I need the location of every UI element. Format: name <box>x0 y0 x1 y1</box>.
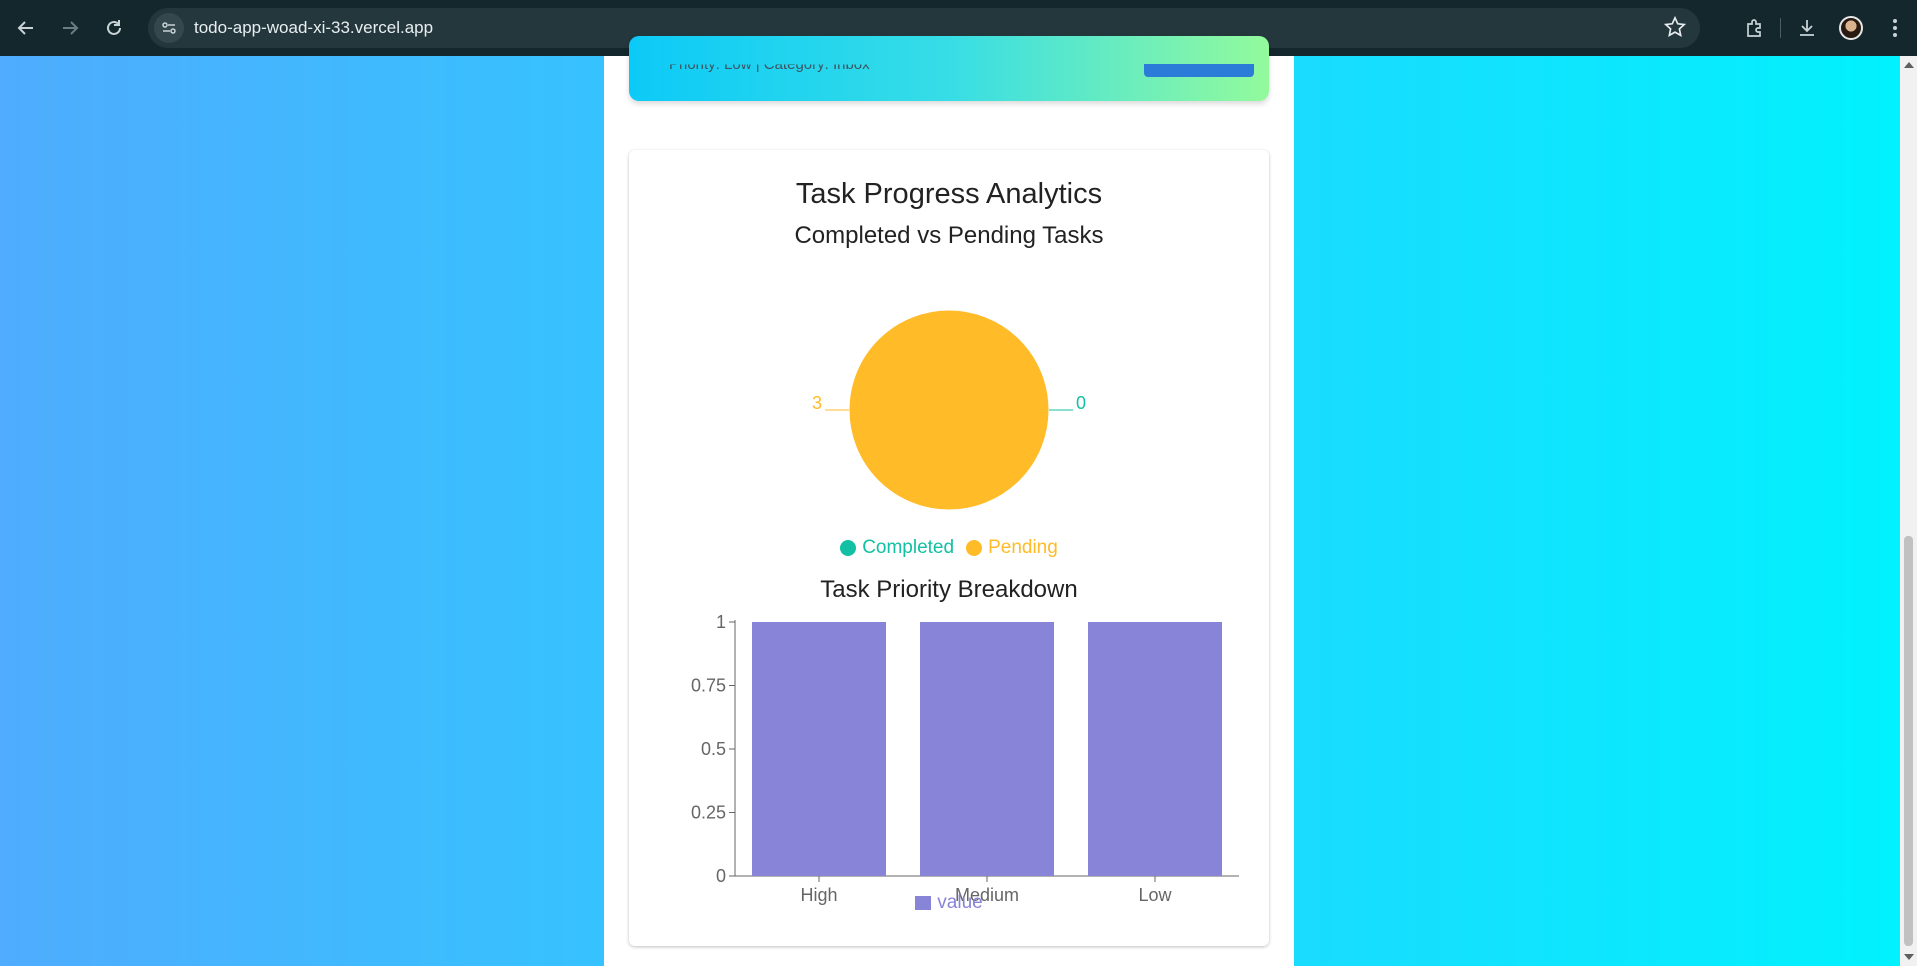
toolbar-separator <box>1780 18 1781 38</box>
legend-marker-value <box>915 896 932 910</box>
url-text[interactable]: todo-app-woad-xi-33.vercel.app <box>194 18 433 38</box>
analytics-card: Task Progress Analytics Completed vs Pen… <box>629 150 1269 946</box>
site-info-icon[interactable] <box>154 13 184 43</box>
scroll-up-arrow-icon[interactable] <box>1904 62 1914 68</box>
bar-low <box>1088 622 1222 876</box>
reload-icon[interactable] <box>92 6 136 50</box>
y-tick-label: 0 <box>716 866 726 886</box>
y-tick-label: 0.75 <box>691 676 726 696</box>
bar-medium <box>920 622 1054 876</box>
extensions-icon[interactable] <box>1732 6 1776 50</box>
task-card: Priority: Low | Category: Inbox <box>629 36 1269 101</box>
y-tick-label: 1 <box>716 612 726 632</box>
back-arrow-icon[interactable] <box>4 6 48 50</box>
content-column: Priority: Low | Category: Inbox Task Pro… <box>604 36 1294 966</box>
y-tick-label: 0.5 <box>701 739 726 759</box>
legend-label-value: value <box>937 892 983 913</box>
page-scrollbar[interactable] <box>1900 56 1917 966</box>
task-meta-text: Priority: Low | Category: Inbox <box>669 56 870 74</box>
download-icon[interactable] <box>1785 6 1829 50</box>
scrollbar-thumb[interactable] <box>1904 536 1913 946</box>
y-tick-label: 0.25 <box>691 803 726 823</box>
bar-legend: value <box>629 892 1269 914</box>
toolbar-right <box>1732 6 1917 50</box>
menu-kebab-icon[interactable] <box>1873 6 1917 50</box>
profile-avatar[interactable] <box>1829 6 1873 50</box>
forward-arrow-icon[interactable] <box>48 6 92 50</box>
task-action-button[interactable] <box>1144 64 1254 77</box>
scroll-down-arrow-icon[interactable] <box>1904 954 1914 960</box>
bookmark-star-icon[interactable] <box>1663 15 1687 43</box>
bar-high <box>752 622 886 876</box>
bar-chart: 00.250.50.751High Medium Low <box>691 612 1239 905</box>
